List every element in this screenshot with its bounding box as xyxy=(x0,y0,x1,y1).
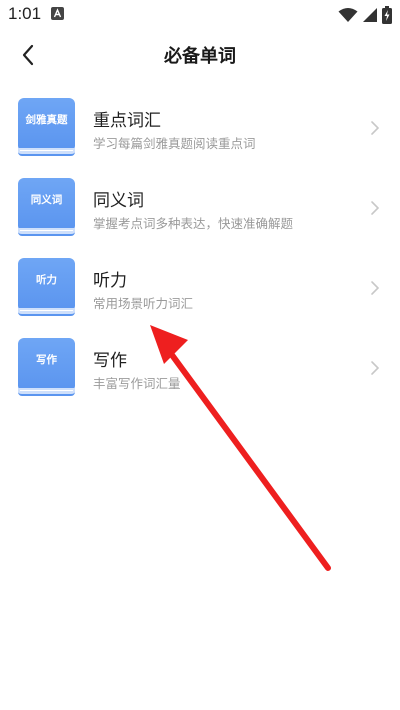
item-subtitle: 学习每篇剑雅真题阅读重点词 xyxy=(93,136,256,151)
item-subtitle: 常用场景听力词汇 xyxy=(93,296,194,311)
chevron-right-icon xyxy=(371,361,380,375)
status-bar: 1:01 xyxy=(0,0,400,30)
header: 必备单词 xyxy=(0,30,400,80)
chevron-right-icon xyxy=(371,281,380,295)
book-icon: 听力 xyxy=(18,258,75,316)
book-pages xyxy=(18,228,75,236)
wifi-icon xyxy=(338,8,358,22)
book-cover-label: 剑雅真题 xyxy=(25,114,68,126)
list-item-listening[interactable]: 听力 听力 常用场景听力词汇 xyxy=(0,250,400,330)
book-cover: 听力 xyxy=(18,258,75,310)
list-item-synonyms[interactable]: 同义词 同义词 掌握考点词多种表达，快速准确解题 xyxy=(0,170,400,250)
app-notification-icon xyxy=(51,7,64,20)
status-time: 1:01 xyxy=(8,4,42,23)
list-item-key-vocabulary[interactable]: 剑雅真题 重点词汇 学习每篇剑雅真题阅读重点词 xyxy=(0,90,400,170)
page-title: 必备单词 xyxy=(164,46,236,67)
chevron-right-icon xyxy=(371,121,380,135)
book-cover-label: 听力 xyxy=(36,274,57,286)
book-cover: 同义词 xyxy=(18,178,75,230)
chevron-right-icon xyxy=(371,201,380,215)
status-icons xyxy=(338,6,392,24)
book-icon: 同义词 xyxy=(18,178,75,236)
item-subtitle: 掌握考点词多种表达，快速准确解题 xyxy=(93,216,294,231)
battery-charging-icon xyxy=(382,6,392,24)
book-icon: 剑雅真题 xyxy=(18,98,75,156)
signal-icon xyxy=(363,8,377,22)
book-cover: 写作 xyxy=(18,338,75,390)
book-icon: 写作 xyxy=(18,338,75,396)
list-item-writing[interactable]: 写作 写作 丰富写作词汇量 xyxy=(0,330,400,410)
book-cover: 剑雅真题 xyxy=(18,98,75,150)
item-title: 同义词 xyxy=(93,191,144,211)
item-title: 听力 xyxy=(93,271,127,291)
item-title: 写作 xyxy=(93,351,127,371)
book-cover-label: 同义词 xyxy=(30,194,63,206)
book-cover-label: 写作 xyxy=(36,354,57,366)
word-category-list: 剑雅真题 重点词汇 学习每篇剑雅真题阅读重点词 同义词 同义词 掌握考点词多种表… xyxy=(0,90,400,410)
item-title: 重点词汇 xyxy=(93,111,161,131)
book-pages xyxy=(18,388,75,396)
book-pages xyxy=(18,148,75,156)
book-pages xyxy=(18,308,75,316)
item-subtitle: 丰富写作词汇量 xyxy=(93,376,181,391)
